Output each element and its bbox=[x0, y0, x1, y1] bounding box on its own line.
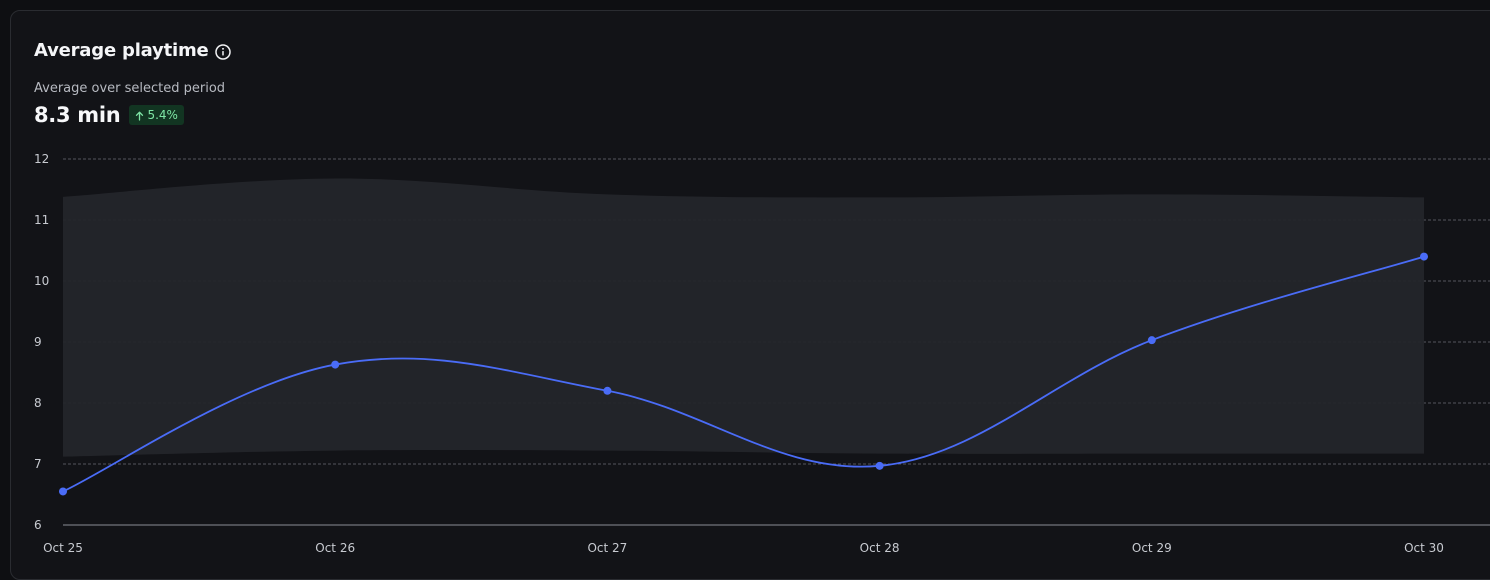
x-tick-label-4: Oct 29 bbox=[1132, 541, 1172, 555]
data-point-oct-27[interactable] bbox=[603, 386, 612, 395]
y-tick-label-8: 8 bbox=[34, 396, 42, 410]
x-axis-ticks: Oct 25 Oct 26 Oct 27 Oct 28 Oct 29 Oct 30 bbox=[43, 541, 1444, 555]
y-tick-label-10: 10 bbox=[34, 274, 49, 288]
range-band bbox=[63, 178, 1424, 457]
data-point-oct-26[interactable] bbox=[331, 360, 340, 369]
data-point-oct-29[interactable] bbox=[1147, 336, 1156, 345]
x-tick-label-1: Oct 26 bbox=[315, 541, 355, 555]
x-tick-label-0: Oct 25 bbox=[43, 541, 83, 555]
data-point-oct-25[interactable] bbox=[59, 487, 67, 496]
x-tick-label-3: Oct 28 bbox=[860, 541, 900, 555]
y-tick-label-7: 7 bbox=[34, 457, 42, 471]
confidence-band bbox=[63, 178, 1424, 457]
x-tick-label-5: Oct 30 bbox=[1404, 541, 1444, 555]
y-tick-label-11: 11 bbox=[34, 213, 49, 227]
y-tick-label-6: 6 bbox=[34, 518, 42, 532]
data-point-oct-30[interactable] bbox=[1420, 252, 1428, 261]
playtime-line-chart: 6789101112 Oct 25 Oct 26 Oct 27 Oct 28 Oct 2… bbox=[34, 152, 1490, 555]
data-point-oct-28[interactable] bbox=[875, 461, 884, 470]
y-tick-label-9: 9 bbox=[34, 335, 42, 349]
y-axis-ticks: 6 7 8 9 10 11 12 bbox=[34, 152, 49, 532]
x-tick-label-2: Oct 27 bbox=[587, 541, 627, 555]
y-tick-label-12: 12 bbox=[34, 152, 49, 166]
